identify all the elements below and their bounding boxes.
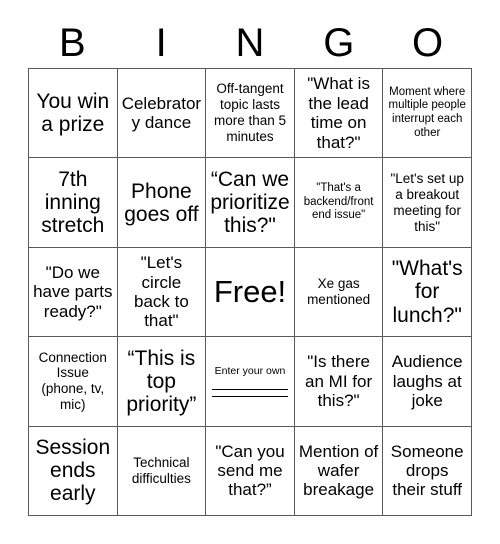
bingo-cell-label: "What is the lead time on that?" [307, 74, 370, 152]
bingo-cell[interactable]: Audience laughs at joke [383, 337, 472, 427]
bingo-cell-label: Moment where multiple people interrupt e… [388, 85, 466, 139]
bingo-cell[interactable]: Mention of wafer breakage [294, 426, 384, 516]
bingo-cell[interactable]: 7th inning stretch [29, 158, 118, 248]
bingo-cell-label: Connection Issue (phone, tv, mic) [38, 349, 107, 413]
bingo-cell-label: “This is top priority” [126, 346, 197, 416]
bingo-cell[interactable]: "Let's set up a breakout meeting for thi… [383, 158, 472, 248]
bingo-cell[interactable]: Off-tangent topic lasts more than 5 minu… [206, 69, 295, 159]
write-in-prompt: Enter your own [214, 364, 286, 377]
header-letter-g: G [323, 21, 355, 65]
bingo-cell[interactable]: Phone goes off [117, 158, 207, 248]
header-letter-o: O [412, 21, 444, 65]
bingo-cell-label: Phone goes off [124, 179, 199, 226]
bingo-cell[interactable]: Someone drops their stuff [383, 426, 472, 516]
bingo-cell-label: 7th inning stretch [41, 167, 105, 238]
bingo-cell-label: "Do we have parts ready?" [33, 262, 113, 321]
write-in-line[interactable] [212, 389, 288, 391]
bingo-cell[interactable]: Xe gas mentioned [294, 247, 384, 338]
bingo-cell-label: Celebratory dance [121, 93, 202, 133]
header-letter-i: I [155, 21, 167, 65]
bingo-cell-label: Technical difficulties [131, 454, 191, 486]
bingo-cell[interactable]: Moment where multiple people interrupt e… [383, 69, 472, 159]
bingo-card: B I N G O You win a prize Celebratory dan… [0, 0, 500, 544]
bingo-cell-label: "That's a backend/front end issue" [303, 181, 374, 222]
bingo-cell[interactable]: “This is top priority” [117, 337, 207, 427]
bingo-header-row: B I N G O [28, 18, 472, 68]
bingo-grid: You win a prize Celebratory dance Off-tang… [28, 68, 472, 516]
bingo-cell[interactable]: Session ends early [29, 426, 118, 516]
bingo-cell[interactable]: "Is there an MI for this?" [294, 337, 384, 427]
bingo-cell-label: Someone drops their stuff [390, 441, 464, 500]
bingo-cell-label: Session ends early [35, 436, 111, 506]
bingo-cell[interactable]: “Can we prioritize this?" [206, 158, 295, 248]
bingo-cell[interactable]: You win a prize [29, 69, 118, 159]
header-letter-n: N [235, 21, 265, 65]
bingo-cell[interactable]: Connection Issue (phone, tv, mic) [29, 337, 118, 427]
bingo-cell[interactable]: "What is the lead time on that?" [294, 69, 384, 159]
bingo-cell-label: "What's for lunch?" [391, 257, 463, 327]
bingo-cell-label: "Let's circle back to that" [133, 253, 189, 331]
bingo-cell-label: “Can we prioritize this?" [210, 167, 290, 238]
bingo-cell-label: You win a prize [36, 90, 110, 137]
bingo-cell[interactable]: "Do we have parts ready?" [29, 247, 118, 338]
bingo-cell-label: Free! [213, 274, 287, 310]
header-letter-b: B [59, 21, 86, 65]
bingo-cell[interactable]: "What's for lunch?" [383, 247, 472, 338]
bingo-cell[interactable]: "Can you send me that?” [206, 426, 295, 516]
bingo-cell[interactable]: Celebratory dance [117, 69, 207, 159]
bingo-cell-label: Audience laughs at joke [391, 352, 463, 411]
bingo-cell[interactable]: Technical difficulties [117, 426, 207, 516]
bingo-cell-free[interactable]: Free! [206, 247, 295, 338]
write-in-line[interactable] [212, 396, 288, 398]
bingo-cell-label: "Can you send me that?” [215, 441, 285, 500]
bingo-cell-write-in[interactable]: Enter your own [206, 337, 295, 427]
bingo-cell-label: "Let's set up a breakout meeting for thi… [390, 170, 464, 234]
bingo-cell[interactable]: "Let's circle back to that" [117, 247, 207, 338]
bingo-cell-label: Off-tangent topic lasts more than 5 minu… [213, 81, 287, 145]
bingo-cell-label: "Is there an MI for this?" [305, 352, 373, 411]
bingo-cell[interactable]: "That's a backend/front end issue" [294, 158, 384, 248]
bingo-cell-label: Mention of wafer breakage [298, 441, 379, 500]
bingo-cell-label: Xe gas mentioned [307, 276, 371, 307]
